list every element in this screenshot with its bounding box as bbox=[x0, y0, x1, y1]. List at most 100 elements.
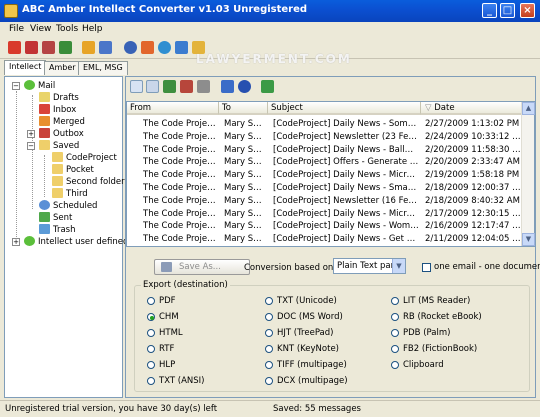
column-to[interactable]: To bbox=[219, 102, 268, 115]
column-from[interactable]: From bbox=[127, 102, 219, 115]
select-all-icon[interactable] bbox=[163, 80, 176, 93]
tree-mail[interactable]: Mail bbox=[24, 80, 55, 92]
format-label-txt-ansi[interactable]: TXT (ANSI) bbox=[159, 376, 204, 386]
scroll-down-icon[interactable]: ▼ bbox=[522, 233, 535, 246]
format-label-html[interactable]: HTML bbox=[159, 328, 183, 338]
tab-eml-msg[interactable]: EML, MSG bbox=[78, 61, 128, 75]
radio-hlp[interactable] bbox=[147, 361, 155, 369]
radio-rb-rocket-ebook[interactable] bbox=[391, 313, 399, 321]
format-label-txt-unicode[interactable]: TXT (Unicode) bbox=[277, 296, 337, 306]
table-row[interactable]: The Code Project ... Mary Smith [CodeProje… bbox=[127, 208, 522, 220]
radio-fb2-fictionbook[interactable] bbox=[391, 345, 399, 353]
radio-hjt-treepad[interactable] bbox=[265, 329, 273, 337]
select-none-icon[interactable] bbox=[180, 80, 193, 93]
menu-tools[interactable]: Tools bbox=[56, 24, 78, 34]
close-button[interactable]: × bbox=[520, 3, 535, 18]
tree-saved[interactable]: Saved bbox=[39, 140, 79, 152]
table-row[interactable]: The Code Project ... Mary Smith [CodeProje… bbox=[127, 233, 522, 245]
radio-dcx-multipage[interactable] bbox=[265, 377, 273, 385]
help-icon[interactable] bbox=[124, 41, 137, 54]
tree-inbox[interactable]: Inbox bbox=[39, 104, 76, 116]
radio-txt-ansi[interactable] bbox=[147, 377, 155, 385]
tree-pocket[interactable]: Pocket bbox=[52, 164, 94, 176]
page-icon[interactable] bbox=[146, 80, 159, 93]
radio-pdf[interactable] bbox=[147, 297, 155, 305]
export-icon[interactable] bbox=[261, 80, 274, 93]
radio-pdb-palm[interactable] bbox=[391, 329, 399, 337]
radio-html[interactable] bbox=[147, 329, 155, 337]
format-label-hjt-treepad[interactable]: HJT (TreePad) bbox=[277, 328, 333, 338]
tree-outbox[interactable]: Outbox bbox=[39, 128, 84, 140]
web-icon[interactable] bbox=[158, 41, 171, 54]
radio-clipboard[interactable] bbox=[391, 361, 399, 369]
tree-trash[interactable]: Trash bbox=[39, 224, 75, 236]
tree-intellect-user-defined[interactable]: Intellect user defined bbox=[24, 236, 128, 248]
format-label-lit-ms-reader[interactable]: LIT (MS Reader) bbox=[403, 296, 470, 306]
menu-help[interactable]: Help bbox=[82, 24, 103, 34]
mail-collapse-toggle[interactable]: − bbox=[12, 82, 20, 90]
table-row[interactable]: The Code Project ... Mary Smith [CodeProje… bbox=[127, 131, 522, 143]
list-scrollbar[interactable]: ▲ ▼ bbox=[521, 102, 535, 246]
new-document-icon[interactable] bbox=[130, 80, 143, 93]
one-email-checkbox[interactable] bbox=[422, 263, 431, 272]
menu-view[interactable]: View bbox=[30, 24, 51, 34]
format-label-chm[interactable]: CHM bbox=[159, 312, 179, 322]
tree-third[interactable]: Third bbox=[52, 188, 88, 200]
format-label-clipboard[interactable]: Clipboard bbox=[403, 360, 444, 370]
radio-chm[interactable] bbox=[147, 313, 155, 321]
column-subject[interactable]: Subject bbox=[268, 102, 421, 115]
format-label-tiff-multipage[interactable]: TIFF (multipage) bbox=[277, 360, 347, 370]
menu-file[interactable]: File bbox=[9, 24, 24, 34]
format-label-fb2-fictionbook[interactable]: FB2 (FictionBook) bbox=[403, 344, 477, 354]
search-icon[interactable] bbox=[238, 80, 251, 93]
format-label-doc-ms-word[interactable]: DOC (MS Word) bbox=[277, 312, 343, 322]
maximize-button[interactable]: □ bbox=[500, 3, 515, 18]
table-row[interactable]: The Code Project ... Mary Smith [CodeProje… bbox=[127, 182, 522, 194]
message-list[interactable]: From To Subject ▽ Date The Code Project … bbox=[126, 101, 535, 247]
format-label-pdf[interactable]: PDF bbox=[159, 296, 176, 306]
tree-drafts[interactable]: Drafts bbox=[39, 92, 79, 104]
chevron-down-icon[interactable]: ▼ bbox=[392, 259, 405, 273]
filter-icon[interactable] bbox=[197, 80, 210, 93]
table-row[interactable]: The Code Project ... Mary Smith [CodeProje… bbox=[127, 169, 522, 181]
table-row[interactable]: The Code Project ... Mary Smith [CodeProje… bbox=[127, 118, 522, 130]
outbox-expand-toggle[interactable]: + bbox=[27, 130, 35, 138]
export-chm-icon[interactable] bbox=[25, 41, 38, 54]
conversion-select[interactable]: Plain Text part ▼ bbox=[333, 258, 406, 274]
format-label-knt-keynote[interactable]: KNT (KeyNote) bbox=[277, 344, 339, 354]
tree-codeproject[interactable]: CodeProject bbox=[52, 152, 117, 164]
radio-lit-ms-reader[interactable] bbox=[391, 297, 399, 305]
table-row[interactable]: The Code Project ... Mary Smith [CodeProje… bbox=[127, 156, 522, 168]
table-row[interactable]: The Code Project ... Mary Smith [CodeProje… bbox=[127, 195, 522, 207]
table-row[interactable]: The Code Project ... Mary Smith [CodeProje… bbox=[127, 220, 522, 232]
radio-tiff-multipage[interactable] bbox=[265, 361, 273, 369]
tree-sent[interactable]: Sent bbox=[39, 212, 72, 224]
refresh-icon[interactable] bbox=[221, 80, 234, 93]
save-as-button[interactable]: Save As... bbox=[154, 259, 250, 275]
scroll-up-icon[interactable]: ▲ bbox=[522, 102, 535, 115]
tree-merged[interactable]: Merged bbox=[39, 116, 85, 128]
radio-rtf[interactable] bbox=[147, 345, 155, 353]
options-icon[interactable] bbox=[99, 41, 112, 54]
table-row[interactable]: The Code Project ... Mary Smith [CodeProje… bbox=[127, 144, 522, 156]
saved-collapse-toggle[interactable]: − bbox=[27, 142, 35, 150]
format-label-hlp[interactable]: HLP bbox=[159, 360, 175, 370]
radio-doc-ms-word[interactable] bbox=[265, 313, 273, 321]
minimize-button[interactable]: _ bbox=[482, 3, 497, 18]
tree-scheduled[interactable]: Scheduled bbox=[39, 200, 97, 212]
format-label-dcx-multipage[interactable]: DCX (multipage) bbox=[277, 376, 348, 386]
folder-tree[interactable]: − Mail Drafts Inbox Merged + Outbox − Sa… bbox=[4, 76, 128, 398]
export-html-icon[interactable] bbox=[42, 41, 55, 54]
tab-amber[interactable]: Amber bbox=[44, 61, 81, 75]
tree-second-folder[interactable]: Second folder bbox=[52, 176, 125, 188]
format-label-pdb-palm[interactable]: PDB (Palm) bbox=[403, 328, 450, 338]
format-label-rb-rocket-ebook[interactable]: RB (Rocket eBook) bbox=[403, 312, 482, 322]
radio-txt-unicode[interactable] bbox=[265, 297, 273, 305]
column-date[interactable]: ▽ Date bbox=[421, 102, 522, 115]
tab-intellect[interactable]: Intellect bbox=[4, 60, 47, 75]
export-pdf-icon[interactable] bbox=[8, 41, 21, 54]
user-defined-expand-toggle[interactable]: + bbox=[12, 238, 20, 246]
radio-knt-keynote[interactable] bbox=[265, 345, 273, 353]
home-icon[interactable] bbox=[141, 41, 154, 54]
arrow-icon[interactable] bbox=[175, 41, 188, 54]
